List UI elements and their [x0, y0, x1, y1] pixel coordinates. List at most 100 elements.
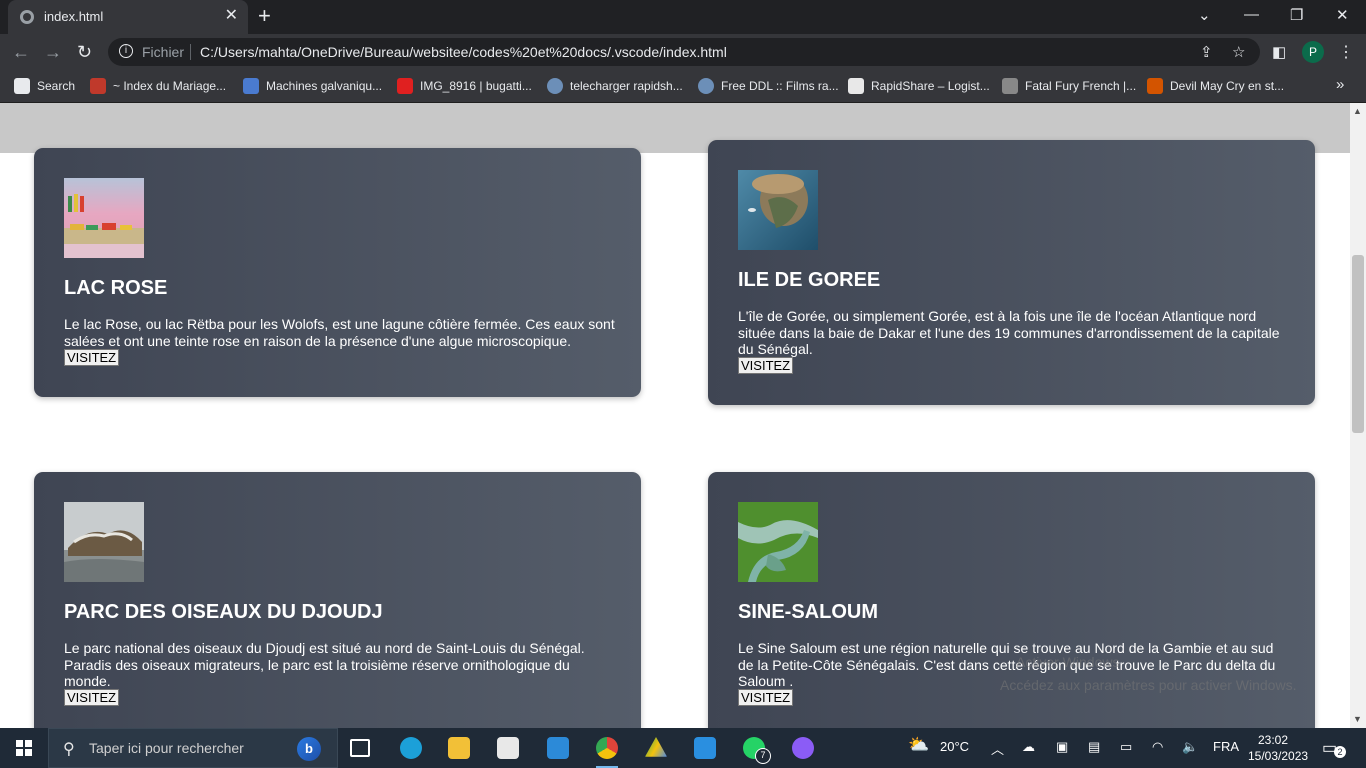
url-scheme-label: Fichier	[142, 44, 185, 60]
weather-temperature[interactable]: 20°C	[940, 739, 969, 754]
whatsapp-icon[interactable]: 7	[739, 734, 771, 764]
mail-icon[interactable]	[543, 734, 573, 762]
battery-icon[interactable]: ▭	[1120, 739, 1132, 755]
url-text[interactable]: C:/Users/mahta/OneDrive/Bureau/websitee/…	[200, 44, 727, 60]
visit-button[interactable]: VISITEZ	[738, 689, 794, 706]
globe-icon	[698, 78, 714, 94]
destination-card: PARC DES OISEAUX DU DJOUDJ Le parc natio…	[34, 472, 641, 728]
notification-count-badge: 2	[1334, 746, 1346, 758]
card-title: SINE-SALOUM	[738, 601, 878, 623]
new-tab-button[interactable]: +	[258, 4, 271, 28]
share-icon[interactable]: ⇪	[1200, 43, 1213, 61]
windows-start-icon[interactable]	[16, 740, 32, 756]
tab-strip: index.html ✕ + ⌄ — ❐ ✕	[0, 0, 1366, 34]
scroll-up-arrow-icon[interactable]: ▲	[1353, 106, 1362, 116]
onedrive-icon[interactable]: ☁	[1022, 739, 1035, 755]
card-description: Le lac Rose, ou lac Rëtba pour les Wolof…	[64, 316, 615, 349]
tray-chevron-icon[interactable]: ︿	[991, 739, 1004, 758]
windows-taskbar: ⚲ Taper ici pour rechercher b 7 ⛅ 20°C ︿…	[0, 728, 1366, 768]
ile-de-goree-photo	[738, 170, 818, 250]
page-viewport: LAC ROSE Le lac Rose, ou lac Rëtba pour …	[0, 103, 1350, 728]
bookmark-label: IMG_8916 | bugatti...	[420, 79, 532, 93]
bookmark-favicon-icon	[243, 78, 259, 94]
sine-saloum-photo	[738, 502, 818, 582]
bookmark-favicon-icon	[848, 78, 864, 94]
bookmark-label: ~ Index du Mariage...	[113, 79, 227, 93]
card-title: PARC DES OISEAUX DU DJOUDJ	[64, 601, 383, 623]
forward-arrow-icon[interactable]: →	[44, 42, 62, 62]
bookmark-star-icon[interactable]: ☆	[1232, 43, 1245, 61]
chrome-icon[interactable]	[592, 734, 622, 768]
bookmark-label: Fatal Fury French |...	[1025, 79, 1137, 93]
bookmark-label: Devil May Cry en st...	[1170, 79, 1285, 93]
bing-icon[interactable]: b	[297, 737, 321, 761]
google-drive-icon[interactable]	[641, 734, 671, 762]
bookmark-item[interactable]: telecharger rapidsh...	[547, 77, 683, 95]
bookmark-item[interactable]: Machines galvaniqu...	[243, 77, 382, 95]
bookmark-item[interactable]: Free DDL :: Films ra...	[698, 77, 839, 95]
bookmark-favicon-icon	[90, 78, 106, 94]
visit-button[interactable]: VISITEZ	[738, 357, 794, 374]
profile-avatar[interactable]: P	[1302, 41, 1324, 63]
restore-button[interactable]: ❐	[1290, 6, 1303, 24]
clock-time: 23:02	[1257, 733, 1289, 747]
display-icon[interactable]: ▤	[1088, 739, 1100, 755]
card-description: Le parc national des oiseaux du Djoudj e…	[64, 640, 585, 689]
bookmark-label: Machines galvaniqu...	[266, 79, 383, 93]
bookmark-favicon-icon	[1147, 78, 1163, 94]
bookmarks-overflow-icon[interactable]: »	[1336, 76, 1344, 93]
scroll-down-arrow-icon[interactable]: ▼	[1353, 714, 1362, 724]
bookmark-item[interactable]: ~ Index du Mariage...	[90, 77, 226, 95]
site-info-icon[interactable]: i	[119, 44, 133, 58]
system-clock[interactable]: 23:02 15/03/2023	[1248, 732, 1308, 764]
minimize-button[interactable]: —	[1244, 6, 1259, 23]
bookmark-item[interactable]: IMG_8916 | bugatti...	[397, 77, 532, 95]
bookmark-item[interactable]: Search	[14, 77, 75, 95]
tab-search-chevron-icon[interactable]: ⌄	[1198, 6, 1211, 24]
bookmark-item[interactable]: Devil May Cry en st...	[1147, 77, 1284, 95]
lac-rose-photo	[64, 178, 144, 258]
browser-toolbar: ← → ↻ i Fichier C:/Users/mahta/OneDrive/…	[0, 34, 1366, 70]
edge-icon[interactable]	[396, 734, 426, 762]
activate-windows-title: Activer Windows	[1016, 654, 1120, 670]
bookmark-favicon-icon	[1002, 78, 1018, 94]
taskbar-search-box[interactable]: ⚲ Taper ici pour rechercher b	[48, 728, 338, 768]
scrollbar-thumb[interactable]	[1352, 255, 1364, 433]
activate-windows-subtitle: Accédez aux paramètres pour activer Wind…	[1000, 677, 1297, 693]
close-window-button[interactable]: ✕	[1336, 6, 1349, 24]
github-desktop-icon[interactable]	[788, 734, 818, 762]
back-arrow-icon[interactable]: ←	[12, 42, 30, 62]
search-icon	[14, 78, 30, 94]
visit-button[interactable]: VISITEZ	[64, 349, 120, 366]
card-title: LAC ROSE	[64, 277, 168, 299]
close-tab-icon[interactable]: ✕	[225, 7, 238, 25]
file-explorer-icon[interactable]	[444, 734, 474, 762]
whatsapp-badge: 7	[755, 748, 771, 764]
reload-icon[interactable]: ↻	[77, 42, 92, 62]
bookmarks-bar: Search ~ Index du Mariage... Machines ga…	[0, 70, 1366, 103]
browser-menu-icon[interactable]: ⋮	[1338, 42, 1354, 62]
destination-card: LAC ROSE Le lac Rose, ou lac Rëtba pour …	[34, 148, 641, 397]
bookmark-item[interactable]: RapidShare – Logist...	[848, 77, 990, 95]
address-bar[interactable]: i Fichier C:/Users/mahta/OneDrive/Bureau…	[108, 38, 1260, 66]
search-icon: ⚲	[63, 741, 75, 758]
store-icon[interactable]	[493, 734, 523, 762]
djoudj-bird-park-photo	[64, 502, 144, 582]
bookmark-item[interactable]: Fatal Fury French |...	[1002, 77, 1136, 95]
vscode-icon[interactable]	[690, 734, 720, 762]
wifi-icon[interactable]: ◠	[1152, 739, 1163, 755]
volume-icon[interactable]: 🔈	[1182, 739, 1198, 755]
destination-card: ILE DE GOREE L'île de Gorée, ou simpleme…	[708, 140, 1315, 405]
bookmark-label: RapidShare – Logist...	[871, 79, 990, 93]
bookmark-label: Free DDL :: Films ra...	[721, 79, 839, 93]
bookmark-label: telecharger rapidsh...	[570, 79, 683, 93]
side-panel-icon[interactable]: ◧	[1272, 43, 1286, 61]
meet-icon[interactable]: ▣	[1056, 739, 1068, 755]
weather-icon[interactable]: ⛅	[908, 735, 929, 755]
browser-tab[interactable]: index.html ✕	[8, 0, 248, 34]
taskbar-search-placeholder: Taper ici pour rechercher	[89, 740, 244, 756]
visit-button[interactable]: VISITEZ	[64, 689, 120, 706]
task-view-icon[interactable]	[345, 734, 375, 762]
card-title: ILE DE GOREE	[738, 269, 881, 291]
language-indicator[interactable]: FRA	[1213, 739, 1239, 754]
